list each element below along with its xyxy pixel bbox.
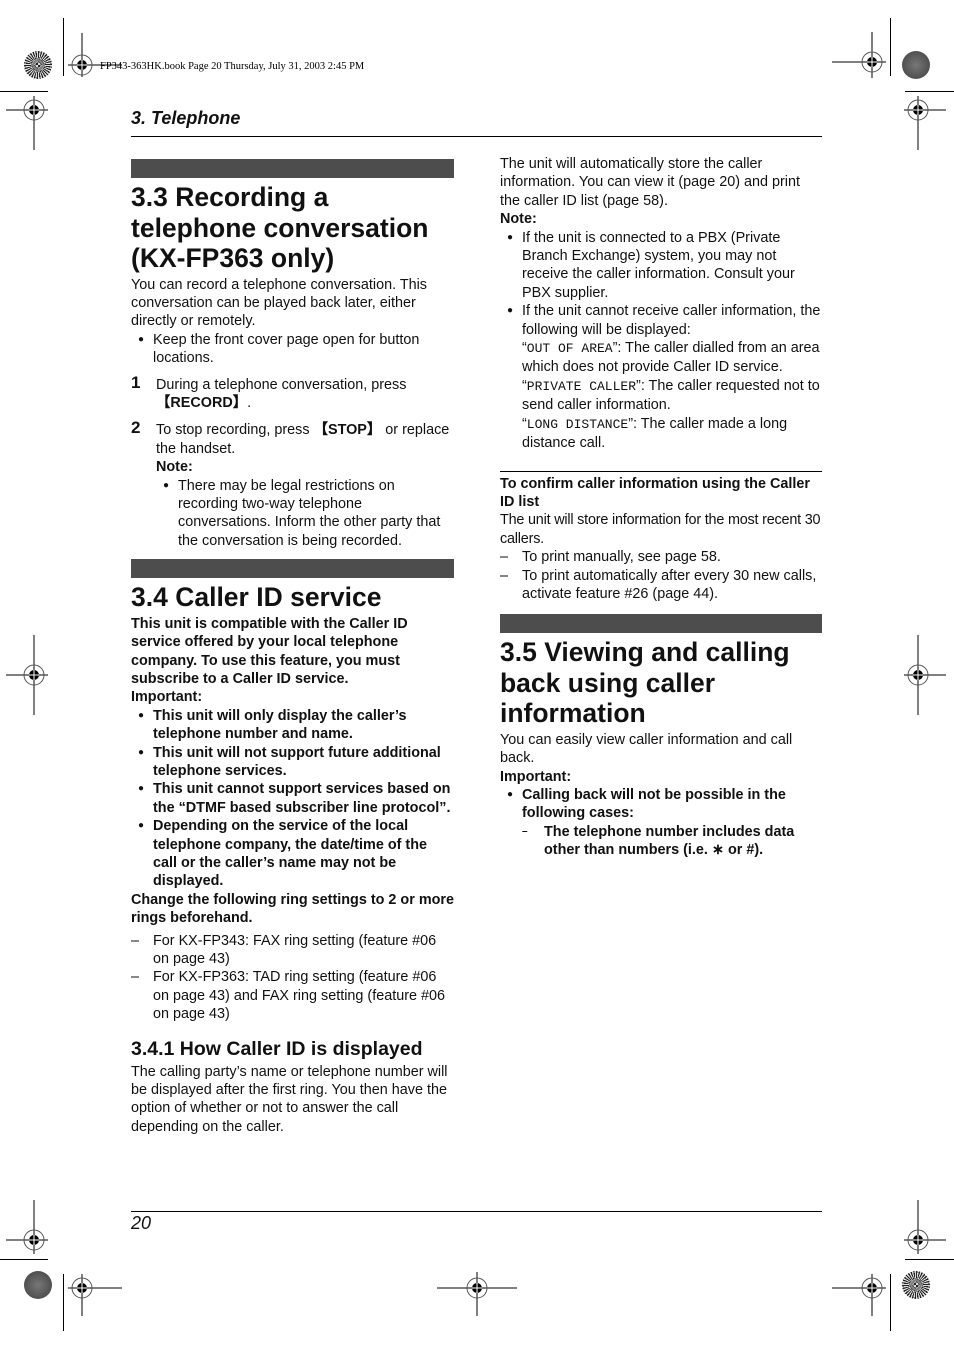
right-column: The unit will automatically store the ca… [500, 155, 822, 860]
important-label: Important: [131, 689, 203, 706]
section-3-4-1-title: 3.4.1 How Caller ID is displayed [131, 1037, 423, 1060]
sub-list: The telephone number includes data other… [522, 823, 822, 860]
chapter-title: 3. Telephone [131, 108, 241, 128]
list-item: Keep the front cover page open for butto… [131, 331, 454, 368]
registration-mark-icon [437, 1272, 517, 1316]
registration-mark-icon [904, 96, 946, 150]
subsection-rule [500, 470, 822, 472]
step-number: 1 [131, 372, 141, 392]
confirm-heading: To confirm caller information using the … [500, 475, 810, 510]
list-item: Depending on the service of the local te… [131, 817, 454, 891]
step-1: 1 During a telephone conversation, press… [131, 372, 407, 411]
registration-mark-icon [68, 1274, 122, 1316]
display-code: LONG DISTANCE [526, 416, 629, 432]
step-number: 2 [131, 418, 141, 438]
list-item: This unit will not support future additi… [131, 744, 454, 781]
page-number: 20 [131, 1213, 152, 1233]
section-3-5-title: 3.5 Viewing and calling back using calle… [500, 637, 790, 729]
list-item: Calling back will not be possible in the… [500, 786, 822, 860]
section-3-4-1-body: The calling party’s name or telephone nu… [131, 1063, 448, 1135]
registration-mark-icon [6, 635, 48, 715]
section-bar [500, 614, 822, 634]
list-item: To print automatically after every 30 ne… [500, 567, 822, 604]
note-bullets: There may be legal restrictions on recor… [156, 477, 454, 551]
important-bullets: This unit will only display the caller’s… [131, 707, 454, 891]
section-3-5-intro: You can easily view caller information a… [500, 731, 793, 767]
caller-store-intro: The unit will automatically store the ca… [500, 156, 800, 209]
important-bullets: Calling back will not be possible in the… [500, 786, 822, 860]
important-label: Important: [500, 768, 572, 785]
display-code: PRIVATE CALLER [526, 378, 637, 394]
record-key-label: 【RECORD】 [156, 394, 248, 411]
list-item: The telephone number includes data other… [522, 823, 822, 860]
list-item: For KX-FP343: FAX ring setting (feature … [131, 932, 454, 969]
section-3-3-title: 3.3 Recording a telephone conversation (… [131, 182, 429, 273]
note-label: Note: [500, 211, 537, 228]
list-item: This unit will only display the caller’s… [131, 707, 454, 744]
confirm-body: The unit will store information for the … [500, 512, 821, 547]
registration-mark-icon [904, 635, 946, 715]
section-3-3-bullets: Keep the front cover page open for butto… [131, 331, 454, 368]
list-item: If the unit is connected to a PBX (Priva… [500, 229, 822, 303]
registration-mark-icon [832, 1274, 886, 1316]
header-rule [131, 136, 822, 137]
footer-rule [131, 1211, 822, 1212]
print-slug: FP343-363HK.book Page 20 Thursday, July … [100, 61, 365, 72]
list-item: For KX-FP363: TAD ring setting (feature … [131, 968, 454, 1023]
note-label: Note: [156, 459, 193, 476]
display-code: OUT OF AREA [526, 341, 613, 357]
note-bullets: If the unit is connected to a PBX (Priva… [500, 229, 822, 453]
list-item: To print manually, see page 58. [500, 548, 822, 567]
list-item: There may be legal restrictions on recor… [156, 477, 454, 551]
section-bar [131, 559, 454, 579]
ring-settings-list: For KX-FP343: FAX ring setting (feature … [131, 932, 454, 1024]
confirm-list: To print manually, see page 58. To print… [500, 548, 822, 603]
list-item: If the unit cannot receive caller inform… [500, 302, 822, 452]
list-item: This unit cannot support services based … [131, 780, 454, 817]
section-3-3-intro: You can record a telephone conversation.… [131, 276, 428, 330]
section-3-4-title: 3.4 Caller ID service [131, 582, 382, 613]
registration-mark-icon [6, 96, 48, 150]
ring-settings-note: Change the following ring settings to 2 … [131, 891, 455, 927]
stop-key-label: 【STOP】 [313, 422, 382, 439]
left-column: 3.3 Recording a telephone conversation (… [131, 159, 454, 1136]
step-2: 2 To stop recording, press 【STOP】 or rep… [131, 418, 450, 457]
section-bar [131, 159, 454, 178]
section-3-4-intro: This unit is compatible with the Caller … [131, 615, 408, 687]
